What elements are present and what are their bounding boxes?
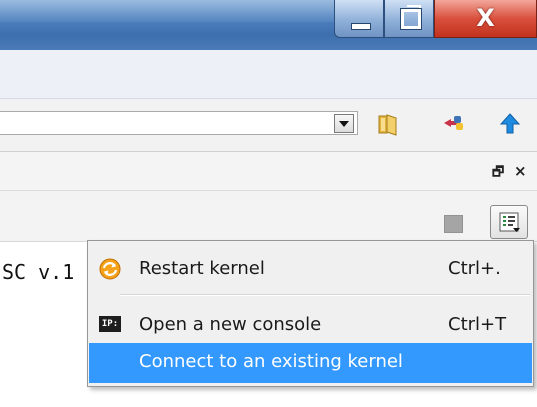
chevron-down-icon [339, 121, 349, 127]
console-text: SC v.1 [2, 260, 75, 284]
window-titlebar: X [0, 0, 537, 50]
combo-dropdown-button[interactable] [334, 114, 354, 133]
minimize-icon [351, 23, 371, 30]
menu-item-label: Connect to an existing kernel [139, 351, 403, 372]
options-menu-button[interactable] [490, 205, 528, 239]
options-list-icon [499, 212, 520, 232]
up-arrow-icon[interactable] [499, 112, 521, 136]
close-pane-icon[interactable]: × [514, 162, 527, 180]
ipython-console-icon: IP: [99, 316, 121, 332]
menu-item-shortcut: Ctrl+T [448, 314, 507, 335]
menu-bar [0, 50, 537, 99]
stop-icon[interactable] [444, 215, 463, 233]
close-icon: X [476, 4, 495, 32]
python-path-icon[interactable] [442, 111, 468, 135]
working-directory-combo[interactable] [0, 111, 358, 135]
menu-item-connect-existing-kernel[interactable]: Connect to an existing kernel [89, 343, 532, 383]
minimize-button[interactable] [334, 0, 384, 38]
menu-item-open-new-console[interactable]: IP: Open a new console Ctrl+T [89, 306, 532, 346]
menu-separator [120, 294, 530, 296]
maximize-button[interactable] [384, 0, 434, 38]
menu-item-label: Open a new console [139, 314, 322, 335]
console-pane-titlebar [0, 152, 537, 191]
close-window-button[interactable]: X [434, 0, 537, 38]
restart-kernel-icon [99, 258, 121, 280]
options-dropdown-menu: Restart kernel Ctrl+. IP: Open a new con… [87, 240, 534, 387]
menu-item-label: Restart kernel [139, 258, 265, 279]
undock-icon[interactable]: 🗗 [492, 163, 504, 185]
menu-item-restart-kernel[interactable]: Restart kernel Ctrl+. [89, 250, 532, 290]
restore-icon [400, 8, 422, 30]
folder-icon[interactable] [376, 112, 400, 136]
menu-item-shortcut: Ctrl+. [448, 258, 501, 279]
